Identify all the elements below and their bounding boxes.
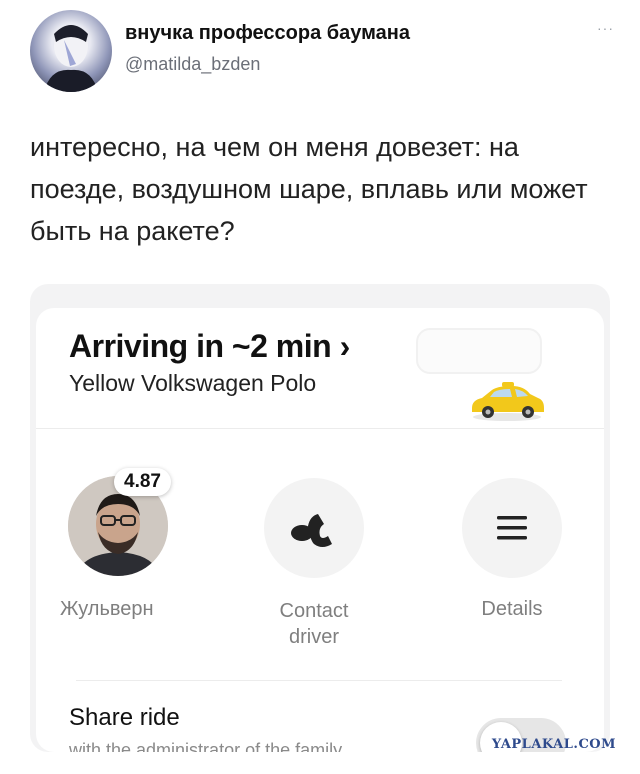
yellow-car-icon	[472, 382, 544, 421]
share-ride-subtitle: with the administrator of the family acc…	[69, 740, 343, 752]
tweet-header: внучка профессора баумана @matilda_bzden…	[30, 10, 620, 92]
contact-driver-label: Contact driver	[279, 600, 349, 648]
details-button[interactable]	[462, 478, 562, 578]
details-label: Details	[481, 598, 543, 620]
contact-driver-button[interactable]	[264, 478, 364, 578]
license-plate	[416, 328, 542, 374]
avatar-portrait	[44, 25, 98, 92]
divider	[36, 428, 604, 429]
arrival-status[interactable]: Arriving in ~2 min ›	[69, 328, 350, 365]
driver-rating-badge: 4.87	[114, 468, 171, 496]
author-avatar[interactable]	[30, 10, 112, 92]
author-handle[interactable]: @matilda_bzden	[125, 54, 260, 75]
ride-card: Arriving in ~2 min › Yellow Volkswagen P…	[36, 308, 604, 752]
author-name[interactable]: внучка профессора баумана	[125, 22, 410, 45]
car-model: Yellow Volkswagen Polo	[69, 370, 317, 396]
embedded-screenshot: Arriving in ~2 min › Yellow Volkswagen P…	[30, 284, 610, 752]
divider	[76, 680, 562, 681]
share-ride-title: Share ride	[69, 704, 180, 731]
hamburger-menu-icon	[497, 516, 527, 540]
watermark: YAPLAKAL.COM	[491, 737, 616, 752]
phone-icon	[291, 514, 332, 547]
driver-name: Жульверн	[60, 598, 154, 620]
more-options-button[interactable]: ···	[597, 20, 614, 36]
tweet-text: интересно, на чем он меня довезет: на по…	[30, 132, 588, 246]
